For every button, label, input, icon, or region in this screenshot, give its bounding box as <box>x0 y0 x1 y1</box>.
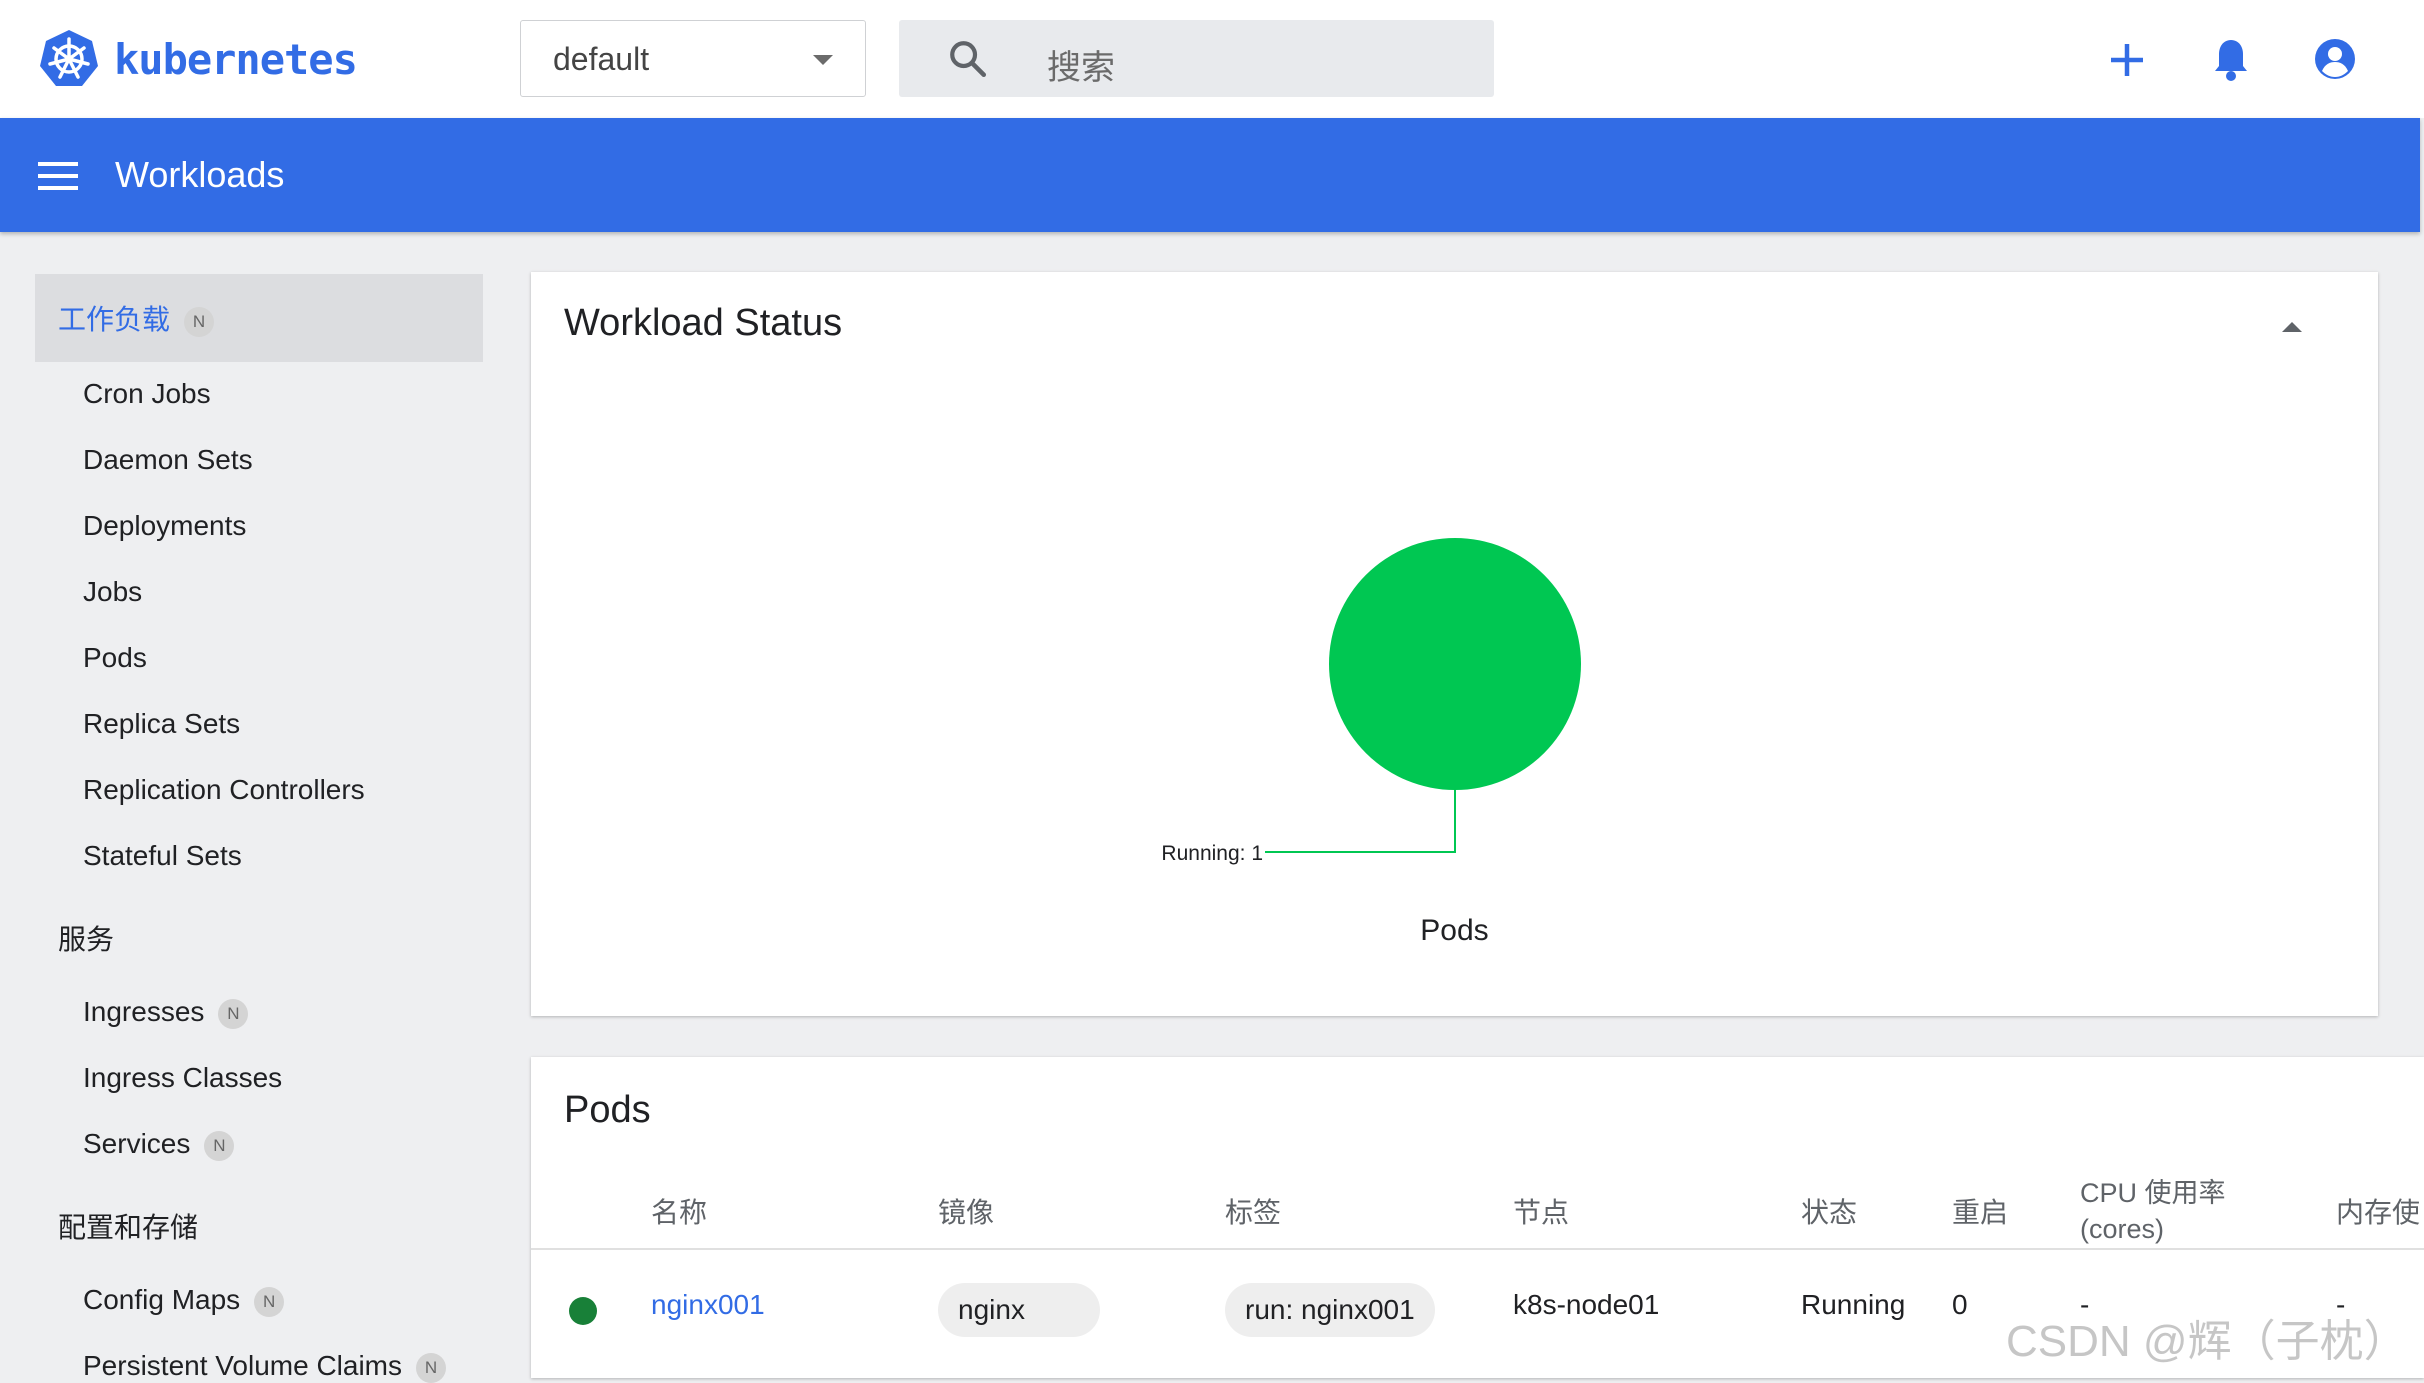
account-avatar-icon[interactable] <box>2314 38 2356 80</box>
column-header-cpu-line2: (cores) <box>2080 1214 2165 1244</box>
namespaced-badge: N <box>204 1130 235 1161</box>
pod-restarts: 0 <box>1952 1289 1968 1320</box>
status-running-icon <box>569 1297 597 1325</box>
sidebar-item-pods[interactable]: Pods <box>83 642 147 674</box>
label-chip: run: nginx001 <box>1225 1283 1435 1337</box>
pod-status: Running <box>1801 1289 1906 1320</box>
pie-slice-label: Running: 1 <box>1161 842 1263 865</box>
namespace-select[interactable]: default <box>520 20 866 97</box>
card-title: Pods <box>564 1089 651 1131</box>
kubernetes-wheel-icon <box>40 30 98 86</box>
search-icon <box>950 41 987 78</box>
sidebar-item-jobs[interactable]: Jobs <box>83 576 142 608</box>
table-header-divider <box>531 1248 2424 1250</box>
column-header-memory: 内存使 <box>2336 1197 2421 1228</box>
column-header-cpu-line1: CPU 使用率 <box>2080 1178 2226 1208</box>
app-bar: Workloads <box>0 118 2420 232</box>
sidebar-section-label: 配置和存储 <box>58 1212 199 1243</box>
dropdown-caret-icon <box>813 55 833 65</box>
sidebar-item-services[interactable]: Services N <box>83 1128 235 1161</box>
namespaced-badge: N <box>184 306 215 337</box>
pie-slice-running[interactable] <box>1329 538 1581 790</box>
pie-leader-line <box>1265 790 1456 853</box>
page-title: Workloads <box>115 154 285 195</box>
sidebar-item-label: Daemon Sets <box>83 444 253 475</box>
pod-name-link[interactable]: nginx001 <box>651 1289 765 1321</box>
column-header-image: 镜像 <box>938 1197 995 1228</box>
sidebar-section-workloads[interactable]: 工作负载 N <box>58 298 215 338</box>
sidebar-section-label: 服务 <box>58 924 115 955</box>
sidebar-item-label: Pods <box>83 642 147 673</box>
namespaced-badge: N <box>218 998 249 1029</box>
sidebar-section-services[interactable]: 服务 <box>58 918 114 958</box>
sidebar-item-label: Ingress Classes <box>83 1062 283 1093</box>
create-plus-icon[interactable] <box>2110 36 2144 86</box>
sidebar-item-label: Replica Sets <box>83 708 241 739</box>
column-header-restarts[interactable]: 重启 <box>1952 1191 2008 1231</box>
sidebar-item-label: Config Maps <box>83 1284 241 1315</box>
notifications-bell-icon[interactable] <box>2213 36 2249 82</box>
sidebar-item-config-maps[interactable]: Config Maps N <box>83 1284 285 1317</box>
column-header-node: 节点 <box>1513 1197 1570 1228</box>
column-header-cpu: CPU 使用率 (cores) <box>2080 1175 2226 1247</box>
sidebar-item-label: Deployments <box>83 510 247 541</box>
column-header-labels: 标签 <box>1225 1197 1282 1228</box>
hamburger-menu-icon[interactable] <box>38 162 78 190</box>
sidebar-item-label: Ingresses <box>83 996 205 1027</box>
sidebar-item-label: Stateful Sets <box>83 840 242 871</box>
sidebar-item-replica-sets[interactable]: Replica Sets <box>83 708 240 740</box>
sidebar-item-deployments[interactable]: Deployments <box>83 510 246 542</box>
top-bar: kubernetes default 搜索 <box>0 0 2424 118</box>
image-chip: nginx <box>938 1283 1100 1337</box>
chart-title: Pods <box>1420 914 1489 947</box>
column-header-status: 状态 <box>1801 1197 1858 1228</box>
sidebar-item-ingress-classes[interactable]: Ingress Classes <box>83 1062 282 1094</box>
watermark-text: CSDN @辉（子枕） <box>2006 1317 2408 1366</box>
namespace-value: default <box>553 41 650 77</box>
sidebar-item-cron-jobs[interactable]: Cron Jobs <box>83 378 211 410</box>
search-input[interactable]: 搜索 <box>899 20 1494 97</box>
sidebar-item-stateful-sets[interactable]: Stateful Sets <box>83 840 242 872</box>
search-placeholder: 搜索 <box>1047 49 1115 87</box>
sidebar-item-label: Services <box>83 1128 191 1159</box>
sidebar-item-replication-controllers[interactable]: Replication Controllers <box>83 774 365 806</box>
namespaced-badge: N <box>416 1352 447 1383</box>
column-header-name[interactable]: 名称 <box>651 1191 707 1231</box>
sidebar-item-label: Cron Jobs <box>83 378 211 409</box>
pods-status-chart: Running: 1 <box>1161 538 1581 865</box>
sidebar-section-config-storage[interactable]: 配置和存储 <box>58 1206 198 1246</box>
sidebar: 工作负载 N Cron Jobs Daemon Sets Deployments … <box>0 232 500 1383</box>
workload-status-card: Workload Status Running: 1 Pods <box>531 272 2378 1016</box>
pod-node: k8s-node01 <box>1513 1289 1660 1320</box>
sidebar-section-label: 工作负载 <box>58 304 171 335</box>
kubernetes-logo[interactable]: kubernetes <box>38 27 358 91</box>
namespaced-badge: N <box>254 1286 285 1317</box>
sidebar-item-label: Replication Controllers <box>83 774 365 805</box>
logo-text: kubernetes <box>114 34 358 84</box>
sidebar-item-label: Persistent Volume Claims <box>83 1350 403 1381</box>
sidebar-item-ingresses[interactable]: Ingresses N <box>83 996 249 1029</box>
sidebar-item-label: Jobs <box>83 576 143 607</box>
sidebar-item-daemon-sets[interactable]: Daemon Sets <box>83 444 253 476</box>
